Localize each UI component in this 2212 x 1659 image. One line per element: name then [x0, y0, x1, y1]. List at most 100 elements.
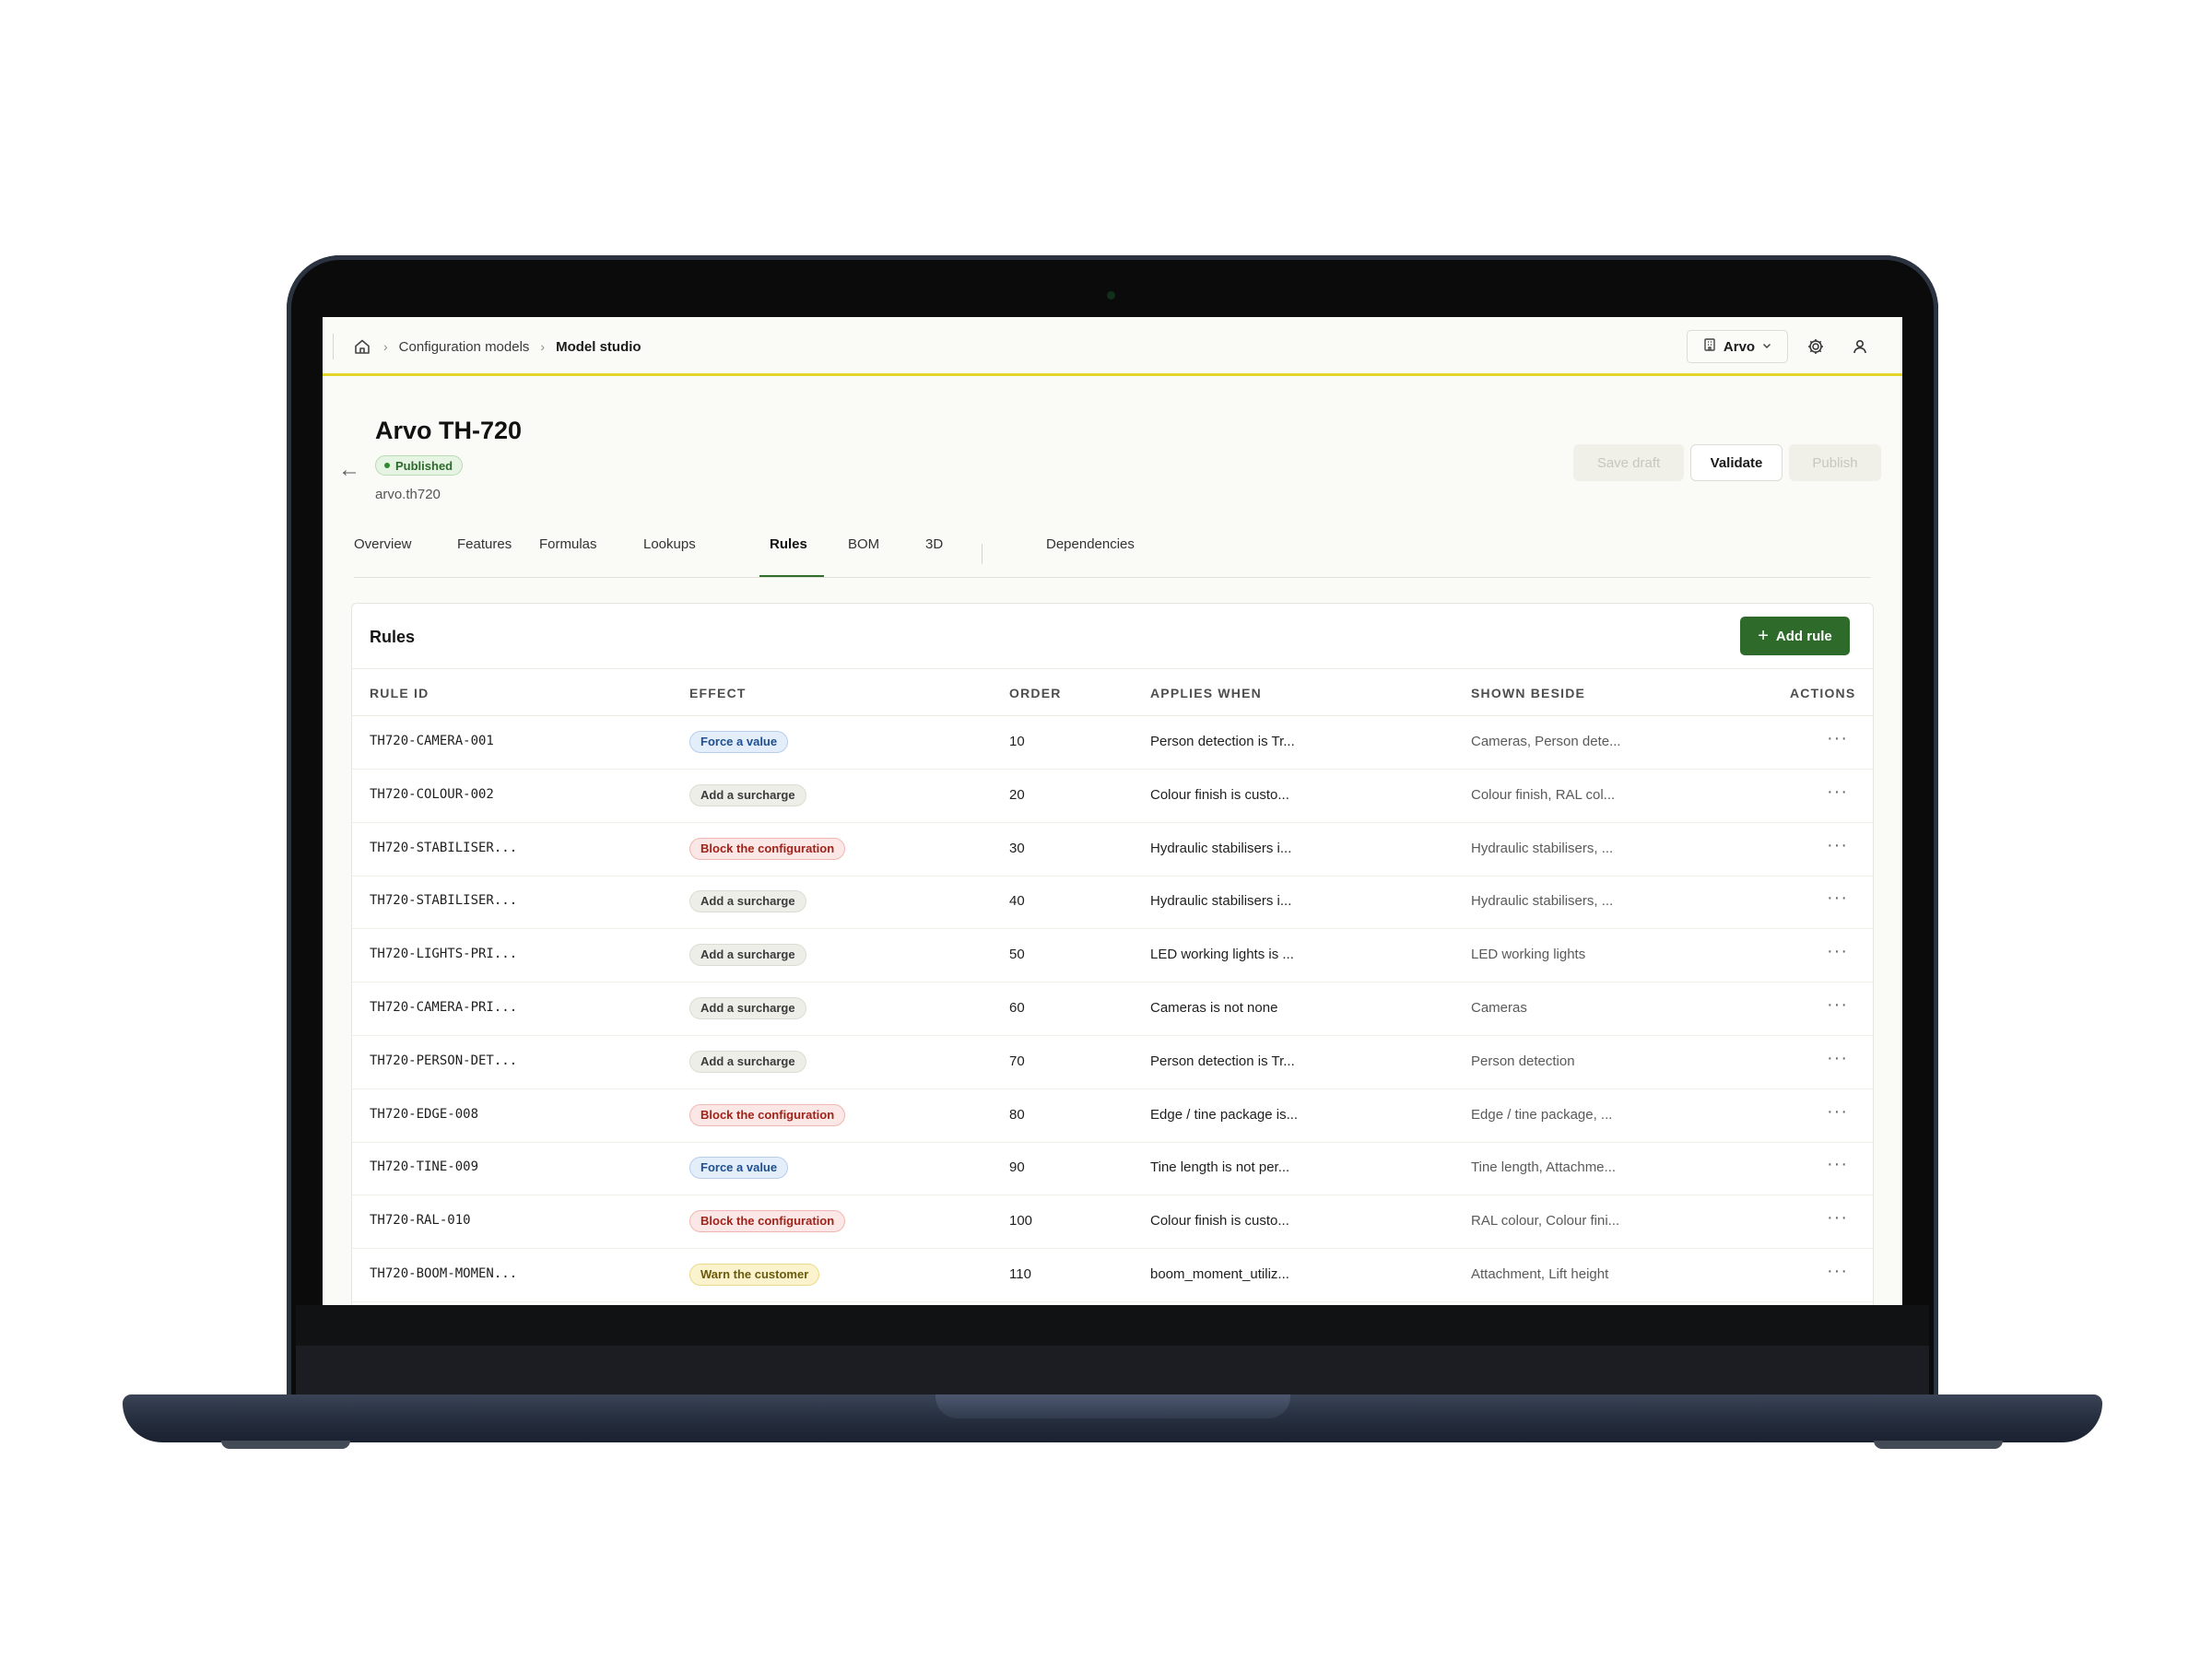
rule-order: 60 [1009, 1000, 1025, 1016]
rule-id[interactable]: TH720-RAL-010 [370, 1213, 471, 1228]
add-rule-button[interactable]: + Add rule [1740, 617, 1850, 655]
rule-order: 80 [1009, 1106, 1025, 1123]
rule-effect: Force a value [689, 1157, 789, 1180]
top-bar: › Configuration models › Model studio Ar… [323, 317, 1902, 376]
rules-card-title: Rules [370, 628, 416, 646]
tab-dependencies[interactable]: Dependencies [1046, 536, 1135, 566]
tab-rules[interactable]: Rules [770, 536, 807, 566]
column-header-applies-when[interactable]: APPLIES WHEN [1150, 686, 1262, 700]
table-row[interactable]: TH720-BOOM-MOMEN... Warn the customer 110 b… [352, 1249, 1873, 1302]
table-row[interactable]: TH720-PERSON-DET... Add a surcharge 70 Pers… [352, 1036, 1873, 1089]
building-icon [1702, 337, 1717, 356]
column-header-shown-beside[interactable]: SHOWN BESIDE [1471, 686, 1585, 700]
rule-effect: Add a surcharge [689, 783, 806, 806]
more-options-icon[interactable]: ··· [1827, 782, 1848, 803]
plus-icon: + [1758, 626, 1769, 646]
column-header-order[interactable]: ORDER [1009, 686, 1062, 700]
status-label: Published [395, 458, 453, 473]
rule-applies-when: LED working lights is ... [1150, 947, 1294, 963]
rule-id[interactable]: TH720-STABILISER... [370, 841, 517, 855]
page-title: Arvo TH-720 [375, 417, 523, 444]
effect-badge: Force a value [689, 1157, 789, 1180]
top-bar-divider [333, 334, 334, 359]
rule-id[interactable]: TH720-COLOUR-002 [370, 787, 494, 802]
rule-shown-beside: Person detection [1471, 1053, 1575, 1069]
rule-id[interactable]: TH720-CAMERA-001 [370, 734, 494, 748]
rule-id[interactable]: TH720-CAMERA-PRI... [370, 1000, 517, 1015]
column-header-rule-id[interactable]: RULE ID [370, 686, 429, 700]
rule-order: 30 [1009, 840, 1025, 856]
table-row[interactable]: TH720-CAMERA-001 Force a value 10 Person de… [352, 716, 1873, 770]
rule-effect: Block the configuration [689, 1103, 846, 1126]
rule-shown-beside: Colour finish, RAL col... [1471, 786, 1616, 803]
table-row[interactable]: TH720-STABILISER... Block the configurati… [352, 823, 1873, 877]
table-row[interactable]: TH720-STABILISER... Add a surcharge 40 Hydr… [352, 876, 1873, 930]
rule-applies-when: Hydraulic stabilisers i... [1150, 893, 1292, 910]
rule-effect: Block the configuration [689, 1210, 846, 1233]
tab-overview[interactable]: Overview [354, 536, 412, 566]
rule-order: 10 [1009, 734, 1025, 749]
rule-shown-beside: LED working lights [1471, 947, 1586, 963]
more-options-icon[interactable]: ··· [1827, 1261, 1848, 1282]
back-arrow-icon[interactable]: ← [338, 457, 360, 483]
rule-id[interactable]: TH720-BOOM-MOMEN... [370, 1266, 517, 1281]
tab-lookups[interactable]: Lookups [643, 536, 696, 566]
more-options-icon[interactable]: ··· [1827, 1101, 1848, 1123]
column-header-effect[interactable]: EFFECT [689, 686, 747, 700]
tab-bom[interactable]: BOM [848, 536, 879, 566]
effect-badge: Add a surcharge [689, 1050, 806, 1073]
tab-3d[interactable]: 3D [925, 536, 943, 566]
rule-id[interactable]: TH720-EDGE-008 [370, 1107, 478, 1122]
table-header: RULE ID EFFECT ORDER APPLIES WHEN SHOWN … [352, 668, 1873, 716]
more-options-icon[interactable]: ··· [1827, 1207, 1848, 1229]
rule-id[interactable]: TH720-STABILISER... [370, 893, 517, 908]
tab-formulas[interactable]: Formulas [539, 536, 597, 566]
rule-order: 40 [1009, 893, 1025, 910]
status-dot-icon [384, 463, 390, 468]
rule-effect: Add a surcharge [689, 1050, 806, 1073]
more-options-icon[interactable]: ··· [1827, 835, 1848, 856]
rule-id[interactable]: TH720-TINE-009 [370, 1159, 478, 1174]
rule-order: 50 [1009, 947, 1025, 963]
rule-order: 70 [1009, 1053, 1025, 1069]
chevron-right-icon: › [540, 339, 546, 354]
validate-button[interactable]: Validate [1690, 444, 1783, 481]
publish-button[interactable]: Publish [1789, 444, 1881, 481]
rule-shown-beside: Edge / tine package, ... [1471, 1106, 1613, 1123]
rules-card: Rules + Add rule RULE ID EFFECT ORDER AP… [351, 603, 1874, 1305]
more-options-icon[interactable]: ··· [1827, 994, 1848, 1016]
more-options-icon[interactable]: ··· [1827, 728, 1848, 749]
gear-icon[interactable] [1805, 335, 1827, 358]
table-row[interactable]: TH720-RAL-010 Block the configuration 100 C… [352, 1195, 1873, 1250]
rule-applies-when: Tine length is not per... [1150, 1159, 1290, 1176]
rule-order: 90 [1009, 1159, 1025, 1176]
tenant-selector[interactable]: Arvo [1687, 330, 1788, 363]
rule-id[interactable]: TH720-LIGHTS-PRI... [370, 947, 517, 961]
table-row[interactable]: TH720-CAMERA-PRI... Add a surcharge 60 Came… [352, 982, 1873, 1036]
laptop-notch [935, 1394, 1290, 1418]
table-row[interactable]: TH720-TINE-009 Force a value 90 Tine length… [352, 1142, 1873, 1196]
effect-badge: Add a surcharge [689, 944, 806, 967]
status-badge: Published [375, 455, 464, 476]
more-options-icon[interactable]: ··· [1827, 941, 1848, 962]
table-row[interactable]: TH720-COLOUR-002 Add a surcharge 20 Colour … [352, 770, 1873, 823]
table-row[interactable]: TH720-EDGE-008 Block the configuration 80 E… [352, 1089, 1873, 1143]
rule-order: 110 [1009, 1266, 1031, 1282]
table-row[interactable]: TH720-LIGHTS-PRI... Add a surcharge 50 LED … [352, 929, 1873, 983]
tabs-border [354, 577, 1871, 578]
rule-shown-beside: Hydraulic stabilisers, ... [1471, 840, 1614, 856]
user-icon[interactable] [1849, 335, 1871, 358]
rule-applies-when: boom_moment_utiliz... [1150, 1266, 1289, 1282]
more-options-icon[interactable]: ··· [1827, 1154, 1848, 1175]
tab-bar: Overview Features Formulas Lookups Rules… [354, 536, 1902, 566]
home-icon[interactable] [352, 336, 372, 357]
more-options-icon[interactable]: ··· [1827, 888, 1848, 909]
effect-badge: Force a value [689, 731, 789, 753]
more-options-icon[interactable]: ··· [1827, 1048, 1848, 1069]
breadcrumb-configuration-models[interactable]: Configuration models [399, 339, 530, 355]
tab-features[interactable]: Features [457, 536, 512, 566]
chevron-right-icon: › [383, 339, 388, 354]
save-draft-button[interactable]: Save draft [1573, 444, 1684, 481]
rule-id[interactable]: TH720-PERSON-DET... [370, 1053, 517, 1068]
app-screen: › Configuration models › Model studio Ar… [323, 317, 1902, 1305]
